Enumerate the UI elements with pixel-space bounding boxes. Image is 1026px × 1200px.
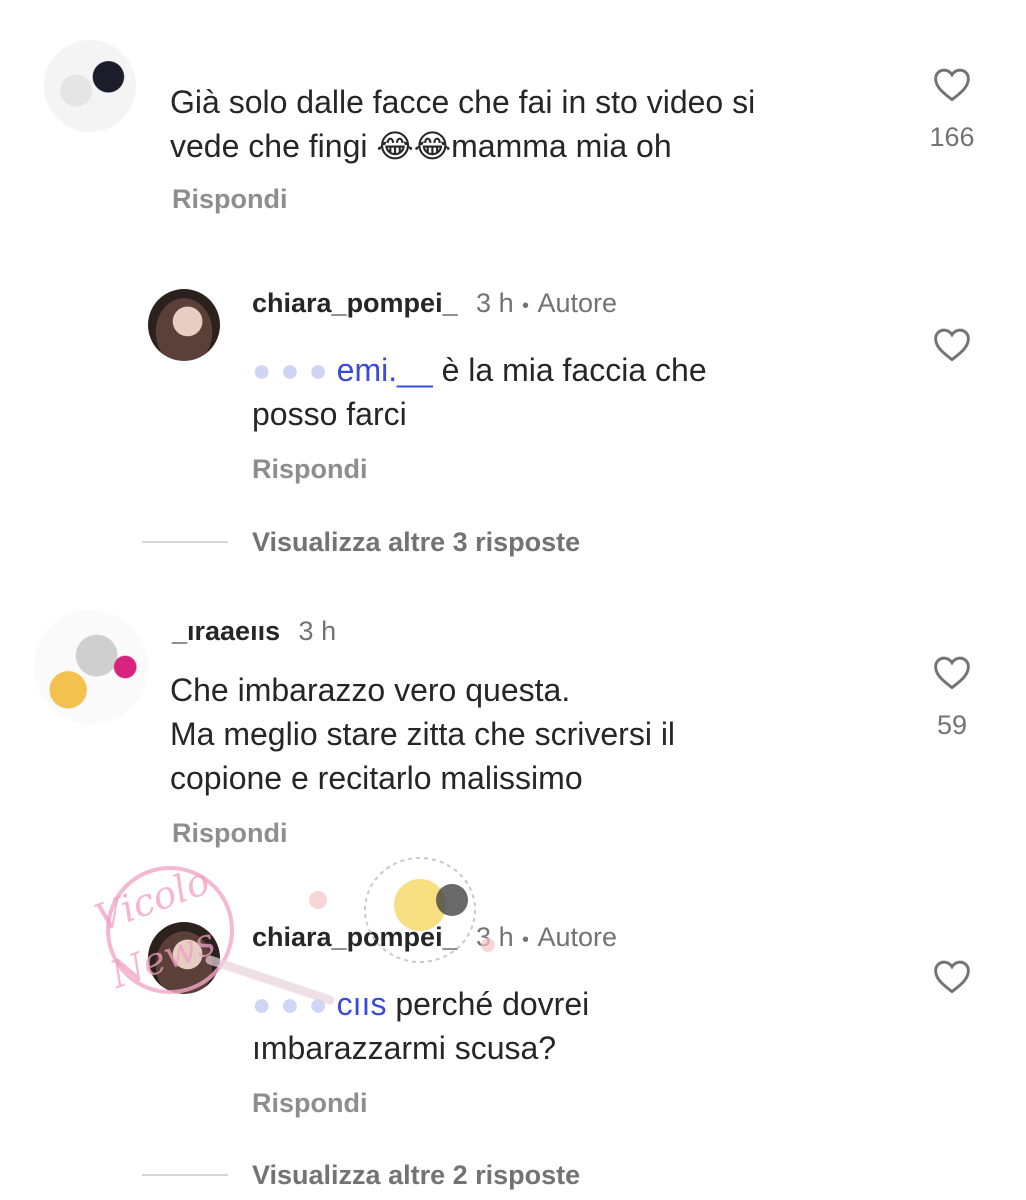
comment-text-line: Ma meglio stare zitta che scriversi il — [170, 716, 676, 752]
avatar[interactable] — [148, 289, 220, 361]
comment-text-line: posso farci — [252, 396, 407, 432]
avatar[interactable] — [148, 922, 220, 994]
comment-text-line: ● ● ● cııs perché dovrei — [252, 982, 892, 1026]
comment-text-part: perché dovrei — [386, 986, 590, 1022]
comment-text-line: Già solo dalle facce che fai in sto vide… — [170, 84, 756, 120]
separator-dot: • — [522, 929, 530, 951]
mention-link[interactable]: emi.__ — [337, 352, 433, 388]
heart-icon[interactable] — [932, 654, 972, 690]
heart-icon[interactable] — [932, 326, 972, 362]
reply-button[interactable]: Rispondi — [252, 1088, 368, 1119]
reply-button[interactable]: Rispondi — [252, 454, 368, 485]
reply-button[interactable]: Rispondi — [172, 818, 288, 849]
mention-link[interactable]: cııs — [337, 986, 387, 1022]
comment-text-line: vede che fingi 😂😂mamma mia oh — [170, 128, 672, 164]
comment-text-line: ımbarazzarmi scusa? — [252, 1030, 557, 1066]
avatar[interactable] — [34, 610, 148, 724]
divider-line — [142, 541, 228, 543]
comment-text: Già solo dalle facce che fai in sto vide… — [170, 80, 890, 168]
comment-time: 3 h — [476, 288, 514, 318]
comment-time: 3 h — [476, 922, 514, 952]
view-more-replies-button[interactable]: Visualizza altre 3 risposte — [252, 527, 580, 558]
heart-icon[interactable] — [932, 958, 972, 994]
view-more-replies-button[interactable]: Visualizza altre 2 risposte — [252, 1160, 580, 1191]
comment-text-line: copione e recitarlo malissimo — [170, 760, 583, 796]
comment-header: chiara_pompei_ 3 h • Autore — [252, 288, 617, 319]
author-badge: Autore — [537, 288, 618, 318]
comment-username[interactable]: _ıraaeııs — [172, 616, 280, 646]
comment-text: Che imbarazzo vero questa. Ma meglio sta… — [170, 668, 890, 800]
avatar[interactable] — [44, 40, 136, 132]
comment-username[interactable]: chiara_pompei_ — [252, 288, 458, 318]
comment-username[interactable]: chiara_pompei_ — [252, 922, 458, 952]
comment-text-line: Che imbarazzo vero questa. — [170, 672, 571, 708]
comment-text-line: ● ● ● emi.__ è la mia faccia che — [252, 348, 892, 392]
like-count: 166 — [929, 122, 975, 152]
comment-text: ● ● ● emi.__ è la mia faccia che posso f… — [252, 348, 892, 436]
comment-text: ● ● ● cııs perché dovrei ımbarazzarmi sc… — [252, 982, 892, 1070]
like-count: 59 — [936, 710, 968, 740]
mention-link[interactable]: ● ● ● — [252, 986, 337, 1022]
divider-line — [142, 1174, 228, 1176]
mention-link[interactable]: ● ● ● — [252, 352, 337, 388]
comment-header: chiara_pompei_ 3 h • Autore — [252, 922, 617, 953]
separator-dot: • — [522, 295, 530, 317]
heart-icon[interactable] — [932, 66, 972, 102]
comment-text-part: è la mia faccia che — [432, 352, 707, 388]
author-badge: Autore — [537, 922, 618, 952]
reply-button[interactable]: Rispondi — [172, 184, 288, 215]
comment-time: 3 h — [298, 616, 337, 646]
comment-header: _ıraaeııs 3 h — [172, 616, 336, 647]
